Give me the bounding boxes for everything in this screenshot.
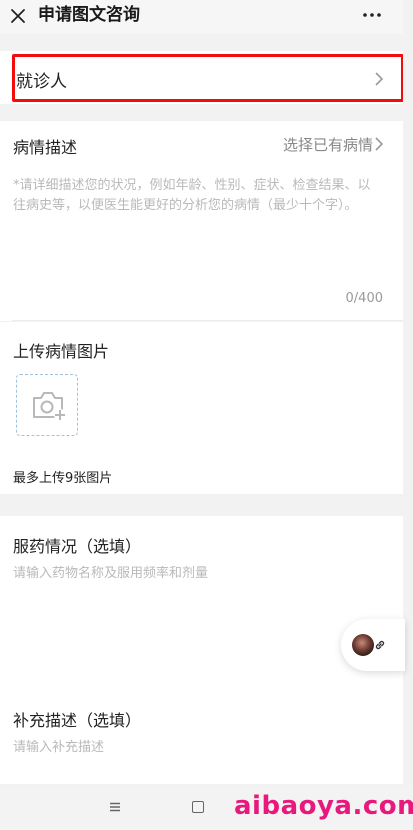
camera-add-icon (33, 392, 66, 421)
link-icon (375, 640, 385, 650)
avatar (352, 634, 374, 656)
supplement-section: 补充描述（选填） 请输入补充描述 (0, 686, 403, 784)
watermark: aibaoya.com (234, 791, 413, 821)
supplement-input[interactable]: 请输入补充描述 (13, 738, 104, 758)
condition-description-title: 病情描述 (13, 138, 78, 157)
character-counter: 0/400 (345, 291, 383, 306)
supplement-title: 补充描述（选填） (13, 711, 142, 730)
more-icon[interactable] (363, 13, 381, 17)
medication-title: 服药情况（选填） (13, 537, 142, 556)
close-icon[interactable] (10, 8, 26, 24)
divider (12, 320, 403, 321)
condition-description-section: 病情描述 选择已有病情 *请详细描述您的状况，例如年龄、性别、症状、检查结果、以… (0, 121, 403, 321)
page-title: 申请图文咨询 (38, 5, 140, 25)
medication-input[interactable]: 请输入药物名称及服用频率和剂量 (13, 564, 208, 584)
add-photo-button[interactable] (16, 374, 78, 436)
upload-photos-section: 上传病情图片 最多上传9张图片 (0, 322, 403, 494)
medication-section: 服药情况（选填） 请输入药物名称及服用频率和剂量 (0, 516, 403, 686)
upload-photos-title: 上传病情图片 (13, 342, 110, 361)
chevron-right-icon (375, 137, 384, 151)
condition-description-input[interactable]: *请详细描述您的状况，例如年龄、性别、症状、检查结果、以往病史等，以便医生能更好… (13, 176, 383, 216)
menu-icon[interactable] (109, 802, 121, 812)
home-icon[interactable] (192, 801, 204, 813)
highlight-annotation (12, 54, 404, 102)
right-edge-strip (403, 0, 413, 830)
select-existing-condition-link[interactable]: 选择已有病情 (283, 134, 373, 155)
upload-limit-hint: 最多上传9张图片 (13, 471, 113, 486)
top-bar: 申请图文咨询 (0, 0, 413, 34)
floating-doctor-button[interactable] (341, 619, 405, 671)
